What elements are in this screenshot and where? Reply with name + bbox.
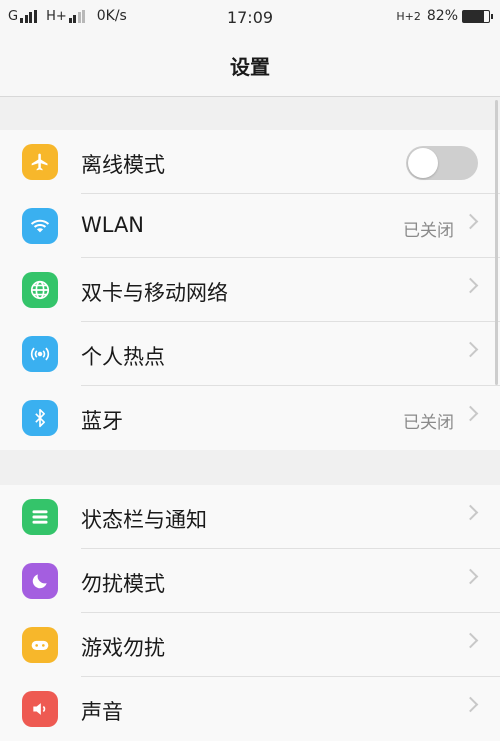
row-do-not-disturb[interactable]: 勿扰模式: [0, 549, 500, 613]
row-label: 离线模式: [81, 153, 165, 177]
row-label: 蓝牙: [81, 409, 123, 433]
settings-group-notifications: 状态栏与通知 勿扰模式 游戏勿扰 声音: [0, 485, 500, 741]
nav-bar: 设置: [0, 34, 500, 97]
row-label: 双卡与移动网络: [81, 281, 228, 305]
chevron-right-icon: [462, 504, 479, 521]
toggle-knob: [408, 148, 438, 178]
row-label: 声音: [81, 700, 123, 724]
bluetooth-icon: [22, 400, 58, 436]
row-status-bar-notifications[interactable]: 状态栏与通知: [0, 485, 500, 549]
chevron-right-icon: [462, 696, 479, 713]
page-title: 设置: [230, 55, 270, 79]
airplane-icon: [22, 144, 58, 180]
globe-icon: [22, 272, 58, 308]
battery-percent: 82%: [426, 8, 458, 24]
chevron-right-icon: [462, 632, 479, 649]
hotspot-icon: [22, 336, 58, 372]
row-label: 个人热点: [81, 345, 165, 369]
chevron-right-icon: [462, 213, 479, 230]
row-dual-sim[interactable]: 双卡与移动网络: [0, 258, 500, 322]
wlan-status: 已关闭: [403, 221, 454, 241]
bluetooth-status: 已关闭: [403, 413, 454, 433]
network-type-3: H+2: [396, 9, 421, 23]
gamepad-icon: [22, 627, 58, 663]
notification-icon: [22, 499, 58, 535]
row-hotspot[interactable]: 个人热点: [0, 322, 500, 386]
scrollbar[interactable]: [495, 100, 498, 385]
wifi-icon: [22, 208, 58, 244]
row-bluetooth[interactable]: 蓝牙 已关闭: [0, 386, 500, 450]
status-right: H+2 82%: [396, 8, 493, 24]
chevron-right-icon: [462, 405, 479, 422]
speaker-icon: [22, 691, 58, 727]
battery-fill: [463, 10, 485, 22]
row-game-dnd[interactable]: 游戏勿扰: [0, 613, 500, 677]
row-label: 状态栏与通知: [81, 508, 207, 532]
moon-icon: [22, 563, 58, 599]
airplane-mode-toggle[interactable]: [406, 146, 478, 180]
battery-icon: [462, 9, 493, 23]
row-wlan[interactable]: WLAN 已关闭: [0, 194, 500, 258]
status-bar: G H+ 0K/s 17:09 H+2 82%: [0, 0, 500, 34]
row-label: WLAN: [81, 213, 145, 237]
chevron-right-icon: [462, 341, 479, 358]
row-label: 游戏勿扰: [81, 636, 165, 660]
chevron-right-icon: [462, 277, 479, 294]
row-label: 勿扰模式: [81, 572, 165, 596]
row-sound[interactable]: 声音: [0, 677, 500, 741]
chevron-right-icon: [462, 568, 479, 585]
settings-group-network: 离线模式 WLAN 已关闭 双卡与移动网络 个人热点 蓝牙 已关闭: [0, 130, 500, 450]
row-airplane-mode[interactable]: 离线模式: [0, 130, 500, 194]
